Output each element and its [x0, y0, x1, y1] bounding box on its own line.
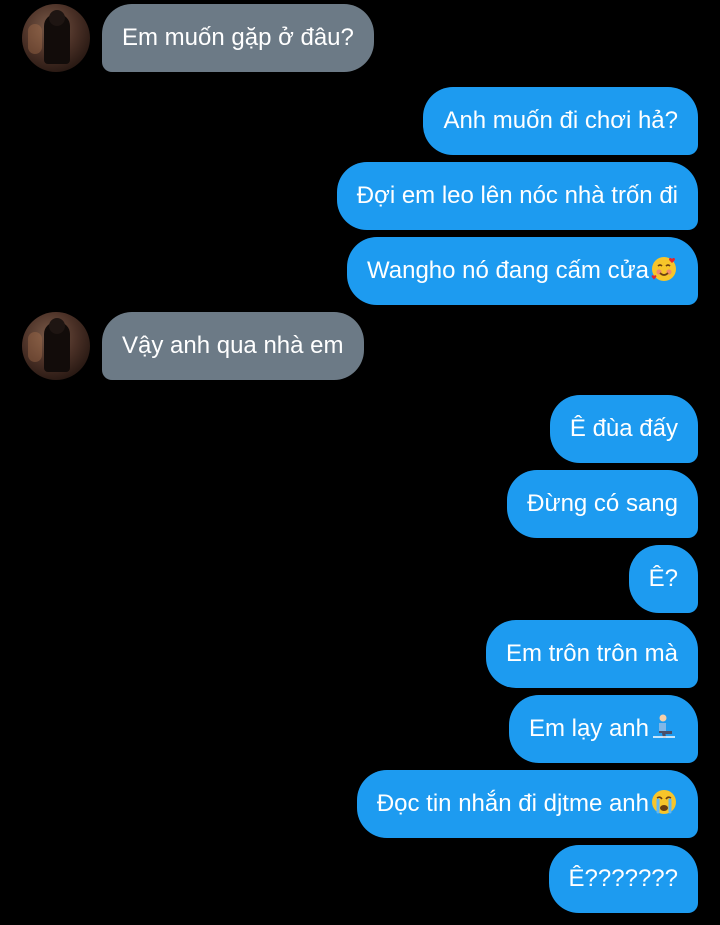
message-text: Wangho nó đang cấm cửa: [366, 257, 649, 284]
contact-avatar[interactable]: [22, 4, 90, 72]
message-text: Đọc tin nhắn đi djtme anh: [376, 790, 649, 817]
avatar-head: [49, 318, 65, 334]
message-bubble-incoming[interactable]: Em muốn gặp ở đâu?: [102, 4, 374, 72]
message-bubble-outgoing[interactable]: Em trôn trôn mà: [485, 620, 698, 688]
message-text: Đừng có sang: [527, 490, 678, 517]
message-bubble-outgoing[interactable]: Đừng có sang: [507, 470, 698, 538]
crying-face-icon: [652, 790, 676, 814]
message-text: Đợi em leo lên nóc nhà trốn đi: [356, 182, 678, 209]
message-bubble-outgoing[interactable]: Em lạy anh: [508, 695, 698, 763]
message-text: Ê đùa đấy: [569, 415, 678, 442]
message-text: Em trôn trôn mà: [505, 640, 678, 667]
message-bubble-outgoing[interactable]: Wangho nó đang cấm cửa: [346, 237, 698, 305]
message-bubble-outgoing[interactable]: Ê đùa đấy: [549, 395, 698, 463]
message-text: Em lạy anh: [528, 715, 649, 742]
contact-avatar[interactable]: [22, 312, 90, 380]
message-bubble-outgoing[interactable]: Đọc tin nhắn đi djtme anh: [356, 770, 698, 838]
avatar-head: [49, 10, 65, 26]
kneeling-person-icon: [653, 714, 675, 738]
message-text: Anh muốn đi chơi hả?: [443, 107, 678, 134]
avatar-light: [28, 332, 42, 362]
avatar-light: [28, 24, 42, 54]
message-text: Ê???????: [568, 865, 678, 892]
message-bubble-outgoing[interactable]: Ê???????: [548, 845, 698, 913]
smiling-face-with-hearts-icon: [651, 257, 676, 281]
message-bubble-outgoing[interactable]: Anh muốn đi chơi hả?: [423, 87, 698, 155]
message-text: Ê?: [648, 565, 678, 592]
message-bubble-outgoing[interactable]: Đợi em leo lên nóc nhà trốn đi: [336, 162, 698, 230]
message-bubble-incoming[interactable]: Vậy anh qua nhà em: [102, 312, 364, 380]
message-text: Em muốn gặp ở đâu?: [122, 24, 354, 51]
message-text: Vậy anh qua nhà em: [122, 332, 344, 359]
message-bubble-outgoing[interactable]: Ê?: [628, 545, 698, 613]
